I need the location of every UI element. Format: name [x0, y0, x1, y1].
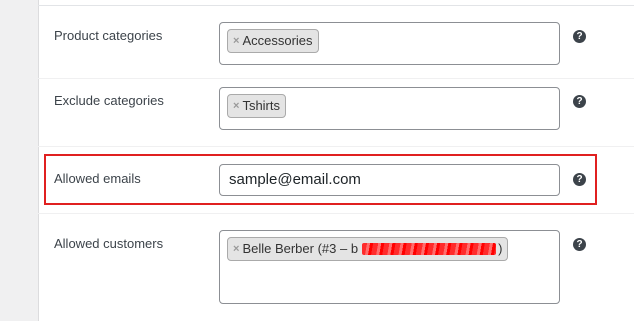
category-chip-tshirts: × Tshirts	[227, 94, 286, 118]
remove-chip-icon[interactable]: ×	[233, 95, 239, 117]
product-categories-label: Product categories	[54, 28, 163, 43]
exclude-categories-label: Exclude categories	[54, 93, 164, 108]
customer-chip-suffix: )	[498, 241, 503, 256]
row-separator	[38, 146, 634, 147]
help-icon[interactable]: ?	[573, 30, 586, 43]
allowed-emails-input[interactable]: sample@email.com	[219, 164, 560, 196]
divider	[38, 5, 634, 6]
product-categories-select[interactable]: × Accessories	[219, 22, 560, 65]
allowed-customers-select[interactable]: × Belle Berber (#3 – b )	[219, 230, 560, 304]
remove-chip-icon[interactable]: ×	[233, 30, 239, 52]
category-chip-accessories: × Accessories	[227, 29, 319, 53]
row-separator	[38, 213, 634, 214]
chip-label: Tshirts	[242, 98, 280, 113]
chip-label: Accessories	[242, 33, 313, 48]
allowed-emails-label: Allowed emails	[54, 171, 141, 186]
remove-chip-icon[interactable]: ×	[233, 238, 239, 260]
customer-chip: × Belle Berber (#3 – b )	[227, 237, 509, 261]
exclude-categories-select[interactable]: × Tshirts	[219, 87, 560, 130]
help-icon[interactable]: ?	[573, 238, 586, 251]
help-icon[interactable]: ?	[573, 173, 586, 186]
redacted-email-scribble	[362, 243, 497, 255]
customer-chip-label: Belle Berber (#3 – b	[242, 241, 359, 256]
allowed-customers-label: Allowed customers	[54, 236, 164, 251]
row-separator	[38, 78, 634, 79]
help-icon[interactable]: ?	[573, 95, 586, 108]
